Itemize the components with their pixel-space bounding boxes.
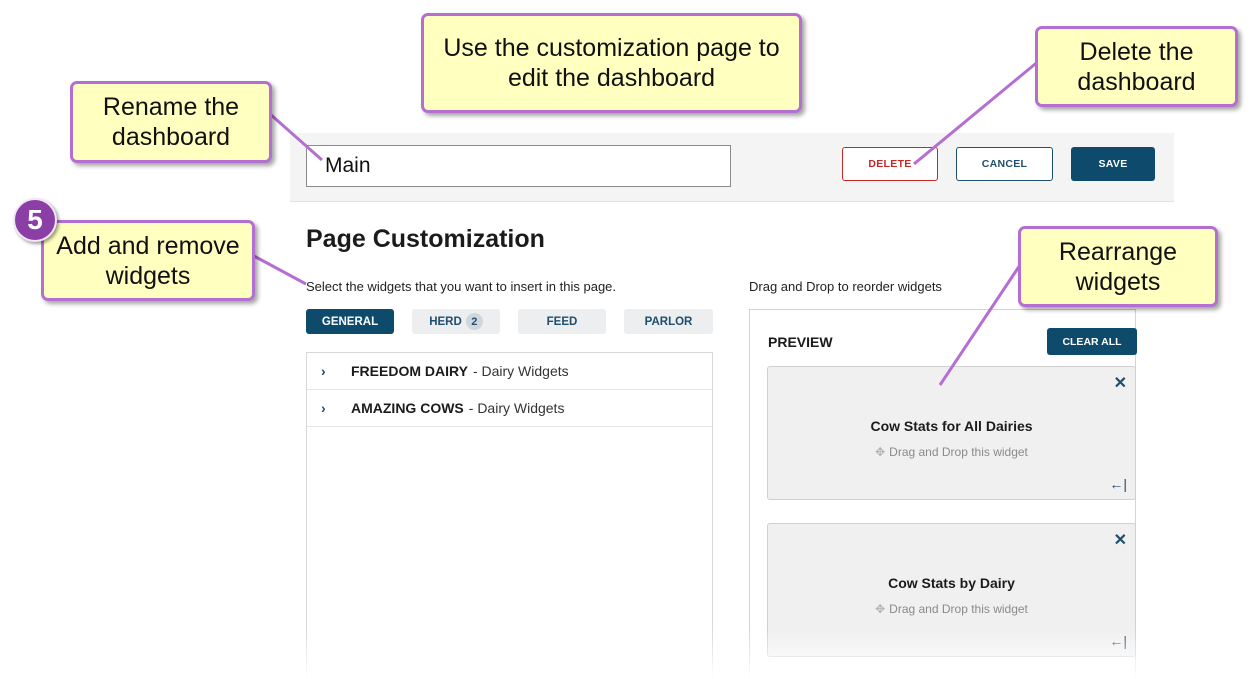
delete-button[interactable]: DELETE	[842, 147, 938, 181]
count-badge: 2	[465, 313, 483, 330]
group-name: FREEDOM DAIRY	[351, 363, 468, 379]
callout-rename: Rename the dashboard	[70, 81, 272, 163]
chevron-right-icon[interactable]: ›	[321, 363, 335, 379]
drag-hint-text: Drag and Drop this widget	[889, 602, 1028, 616]
widget-card-cow-stats-all[interactable]: ✕ Cow Stats for All Dairies ✥ Drag and Dr…	[767, 366, 1136, 500]
callout-add-remove: Add and remove widgets	[41, 220, 255, 301]
close-icon[interactable]: ✕	[1114, 376, 1127, 392]
drag-move-icon: ✥	[875, 602, 886, 616]
group-subtitle: - Dairy Widgets	[468, 400, 565, 416]
dashboard-name-input[interactable]	[306, 145, 731, 187]
dashboard-customization-panel: DELETE CANCEL SAVE Page Customization Se…	[290, 133, 1174, 679]
widget-category-tabs: GENERAL HERD 2 FEED PARLOR	[306, 309, 713, 334]
callout-delete: Delete the dashboard	[1035, 26, 1238, 107]
reorder-hint: Drag and Drop to reorder widgets	[749, 279, 942, 294]
group-name: AMAZING COWS	[351, 400, 464, 416]
drag-hint: ✥ Drag and Drop this widget	[768, 602, 1135, 616]
cancel-button[interactable]: CANCEL	[956, 147, 1053, 181]
collapse-left-icon[interactable]: ←|	[1109, 476, 1127, 492]
tab-herd[interactable]: HERD 2	[412, 309, 500, 334]
drag-move-icon: ✥	[875, 445, 886, 459]
tab-feed[interactable]: FEED	[518, 309, 606, 334]
save-button[interactable]: SAVE	[1071, 147, 1155, 181]
widget-title: Cow Stats for All Dairies	[870, 418, 1033, 434]
page-title: Page Customization	[306, 225, 545, 253]
clear-all-button[interactable]: CLEAR ALL	[1047, 328, 1137, 355]
widget-title: Cow Stats by Dairy	[888, 575, 1015, 591]
callout-rearrange: Rearrange widgets	[1018, 226, 1218, 307]
drag-hint: ✥ Drag and Drop this widget	[768, 445, 1135, 459]
tab-label: GENERAL	[321, 315, 379, 328]
top-toolbar: DELETE CANCEL SAVE	[290, 133, 1174, 202]
tab-label: PARLOR	[644, 315, 693, 328]
widget-group-list: › FREEDOM DAIRY - Dairy Widgets › AMAZIN…	[306, 352, 713, 679]
callout-customize: Use the customization page to edit the d…	[421, 13, 802, 113]
widget-select-hint: Select the widgets that you want to inse…	[306, 279, 617, 294]
chevron-right-icon[interactable]: ›	[321, 400, 335, 416]
tab-label: FEED	[546, 315, 578, 328]
close-icon[interactable]: ✕	[1114, 533, 1127, 549]
list-item-freedom-dairy[interactable]: › FREEDOM DAIRY - Dairy Widgets	[307, 353, 712, 390]
tab-general[interactable]: GENERAL	[306, 309, 394, 334]
collapse-left-icon[interactable]: ←|	[1109, 633, 1127, 649]
tab-label: HERD	[429, 315, 462, 328]
widget-card-cow-stats-by-dairy[interactable]: ✕ Cow Stats by Dairy ✥ Drag and Drop this…	[767, 523, 1136, 657]
step-number-badge: 5	[13, 198, 57, 242]
tab-parlor[interactable]: PARLOR	[624, 309, 713, 334]
preview-panel: PREVIEW CLEAR ALL ✕ Cow Stats for All Da…	[749, 309, 1137, 679]
list-item-amazing-cows[interactable]: › AMAZING COWS - Dairy Widgets	[307, 390, 712, 427]
group-subtitle: - Dairy Widgets	[472, 363, 569, 379]
drag-hint-text: Drag and Drop this widget	[889, 445, 1028, 459]
preview-label: PREVIEW	[768, 334, 833, 350]
